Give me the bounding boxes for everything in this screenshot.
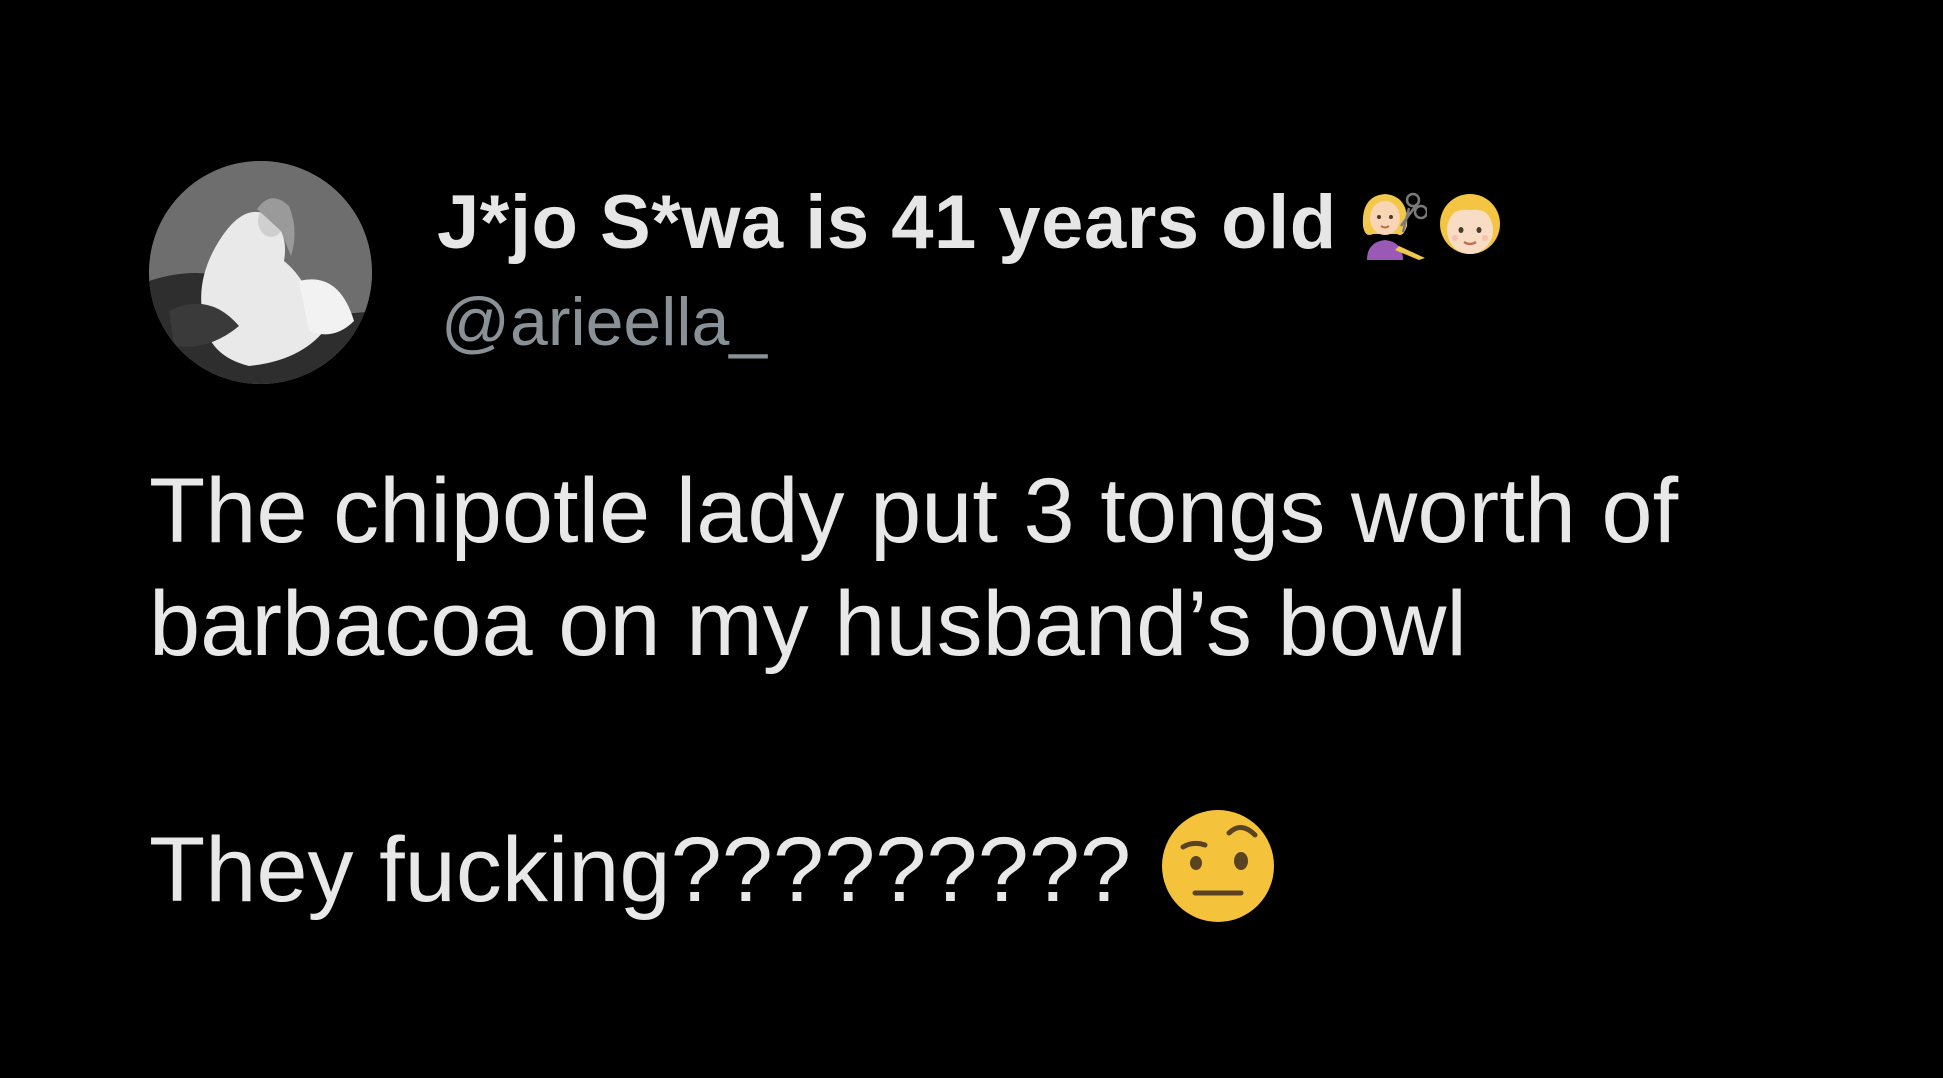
face-with-raised-eyebrow-icon xyxy=(1159,807,1277,925)
woman-getting-haircut-icon xyxy=(1353,186,1427,260)
avatar-photo xyxy=(149,161,372,384)
author-display-name[interactable]: J*jo S*wa is 41 years old xyxy=(437,178,1337,268)
author-handle[interactable]: @arieella_ xyxy=(441,282,767,362)
tweet-text-line-last: They fucking????????? xyxy=(149,807,1849,922)
tweet-text-line: barbacoa on my husband’s bowl xyxy=(149,573,1467,675)
tweet-body: The chipotle lady put 3 tongs worth of b… xyxy=(149,455,1849,922)
tweet-card: J*jo S*wa is 41 years old @arieella_ The… xyxy=(0,0,1943,1078)
tweet-text-line: The chipotle lady put 3 tongs worth of xyxy=(149,460,1679,562)
avatar[interactable] xyxy=(149,161,372,384)
tweet-text-line: They fucking????????? xyxy=(149,819,1132,921)
blond-child-icon xyxy=(1433,186,1507,260)
author-name-row: J*jo S*wa is 41 years old xyxy=(437,178,1507,268)
